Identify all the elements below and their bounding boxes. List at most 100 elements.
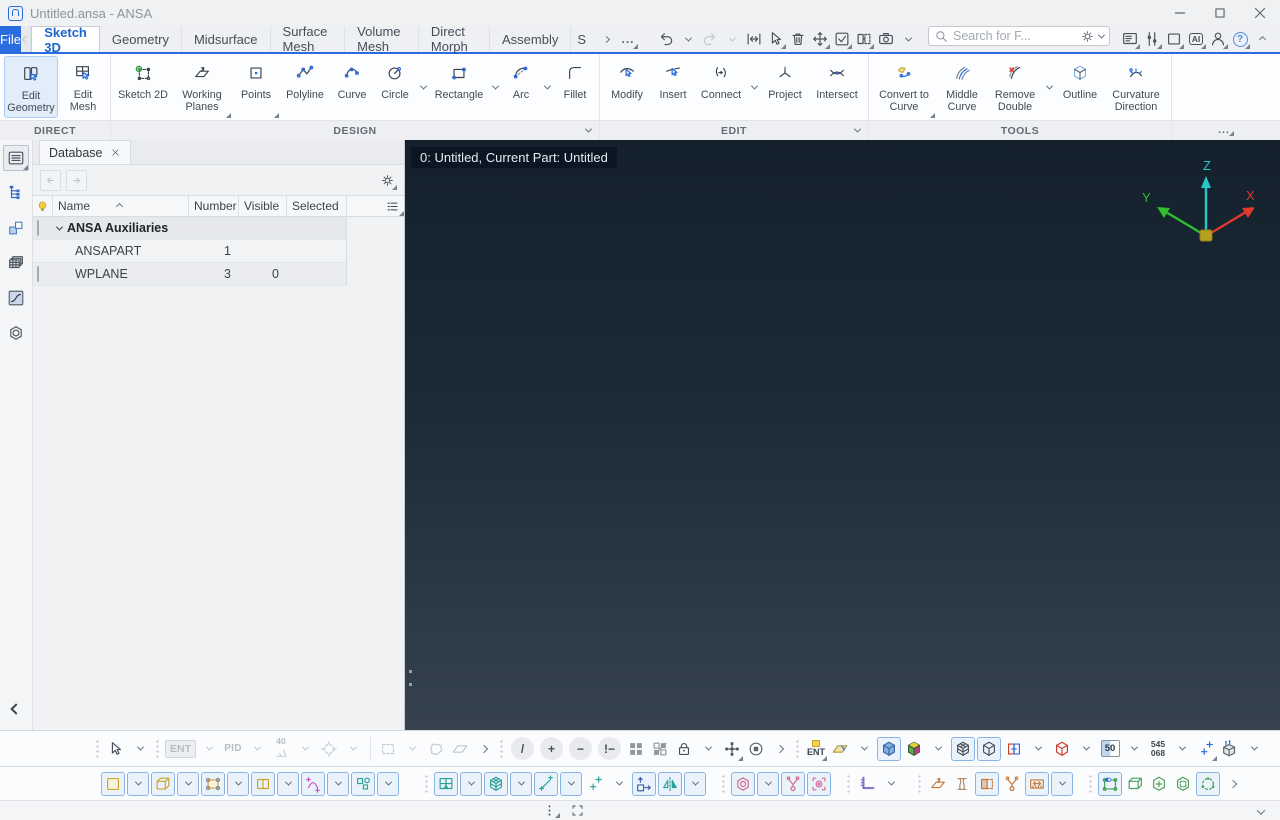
table-row-wplane[interactable]: WPLANE 3 0 xyxy=(33,263,347,286)
rectangle-dropdown[interactable] xyxy=(488,56,502,118)
connection-nut-dropdown[interactable] xyxy=(757,771,779,796)
history-forward-button[interactable] xyxy=(66,169,87,191)
slab-button[interactable] xyxy=(1124,772,1146,796)
tab-scroll-right-button[interactable] xyxy=(596,29,616,49)
topo-shapes-button[interactable] xyxy=(351,771,375,796)
visibility-invert-button[interactable]: !− xyxy=(598,737,621,760)
results-cube-dropdown[interactable] xyxy=(927,737,949,761)
fit-view-button[interactable] xyxy=(744,29,764,49)
node-add-button[interactable] xyxy=(584,772,606,796)
design-group-dropdown[interactable] xyxy=(584,125,593,133)
tab-surface-mesh[interactable]: Surface Mesh xyxy=(271,24,346,54)
fillet-button[interactable]: Fillet xyxy=(555,56,595,118)
wireframe-button[interactable] xyxy=(977,736,1001,761)
section-plus-button[interactable] xyxy=(1003,737,1025,761)
clip-cube-button[interactable] xyxy=(1051,737,1073,761)
proximity-select-dropdown[interactable] xyxy=(342,737,364,761)
render-options-dropdown[interactable] xyxy=(1243,737,1265,761)
visibility-add-button[interactable]: + xyxy=(540,737,563,760)
edit-group-dropdown[interactable] xyxy=(853,125,862,133)
surface-new-button[interactable] xyxy=(101,771,125,796)
curve-edit-button[interactable] xyxy=(301,771,325,796)
neighbour-entities-button[interactable] xyxy=(721,737,743,761)
toolbar-drag-handle[interactable] xyxy=(424,773,430,794)
close-button[interactable] xyxy=(1240,0,1280,26)
search-box[interactable] xyxy=(928,26,1111,46)
section-plus-dropdown[interactable] xyxy=(1027,737,1049,761)
status-menu-icon[interactable] xyxy=(542,803,560,818)
sidebar-collapse-button[interactable] xyxy=(3,696,29,722)
surface-corner-button[interactable] xyxy=(201,771,225,796)
screenshot-dropdown[interactable] xyxy=(898,29,918,49)
connect-dropdown[interactable] xyxy=(747,56,761,118)
column-header-selected[interactable]: Selected xyxy=(287,196,347,216)
checks-button[interactable] xyxy=(832,29,853,49)
polyline-button[interactable]: Polyline xyxy=(281,56,329,118)
point-size-button[interactable] xyxy=(1195,737,1217,761)
row-checkbox[interactable] xyxy=(37,220,39,236)
lasso-select-button[interactable] xyxy=(425,737,447,761)
tab-scroll-left-button[interactable] xyxy=(20,26,32,52)
shaded-mode-button[interactable] xyxy=(877,736,901,761)
surface-new-dropdown[interactable] xyxy=(127,771,149,796)
node-add-dropdown[interactable] xyxy=(608,772,630,796)
symmetry-dropdown[interactable] xyxy=(684,771,706,796)
fullscreen-icon[interactable] xyxy=(570,803,585,818)
arc-button[interactable]: Arc xyxy=(503,56,539,118)
tab-sketch-3d[interactable]: Sketch 3D xyxy=(31,25,100,55)
surface-split-button[interactable] xyxy=(251,771,275,796)
database-settings-gear-icon[interactable] xyxy=(377,170,397,190)
statusbar-expand-button[interactable] xyxy=(1256,804,1266,818)
search-settings-gear-icon[interactable] xyxy=(1080,29,1095,44)
undo-button[interactable] xyxy=(656,29,676,49)
table-row-ansa-auxiliaries[interactable]: ANSA Auxiliaries xyxy=(33,217,347,240)
pid-filter-dropdown[interactable] xyxy=(246,737,268,761)
pid-filter-button[interactable]: PID xyxy=(222,737,244,761)
tab-truncated[interactable]: S xyxy=(571,26,592,52)
column-settings-icon[interactable] xyxy=(382,196,404,216)
proximity-select-button[interactable] xyxy=(318,737,340,761)
lock-view-button[interactable] xyxy=(673,737,695,761)
ribbon-overflow-button[interactable]: ... xyxy=(1218,125,1234,136)
selection-pointer-dropdown[interactable] xyxy=(129,737,151,761)
results-cube-button[interactable] xyxy=(903,737,925,761)
entity-filter-button[interactable]: ENT xyxy=(165,737,196,761)
half-model-button[interactable] xyxy=(975,771,999,796)
wireframe-mesh-button[interactable] xyxy=(951,736,975,761)
feature-angle-dropdown[interactable] xyxy=(294,737,316,761)
symmetry-button[interactable] xyxy=(658,771,682,796)
toolbar-drag-handle[interactable] xyxy=(95,738,101,759)
plane-select-button[interactable] xyxy=(449,737,471,761)
entity-id-display-button[interactable]: 545 068 xyxy=(1147,737,1169,761)
feature-angle-button[interactable]: 40 xyxy=(270,737,292,761)
file-menu-button[interactable]: File xyxy=(0,26,21,52)
project-button[interactable]: Project xyxy=(762,56,808,118)
show-all-button[interactable] xyxy=(625,737,647,761)
sidebar-materials-button[interactable] xyxy=(3,320,29,346)
tab-assembly[interactable]: Assembly xyxy=(490,26,572,52)
tab-volume-mesh[interactable]: Volume Mesh xyxy=(345,24,419,54)
shell-plane-button[interactable] xyxy=(927,772,949,796)
visibility-slash-button[interactable]: / xyxy=(511,737,534,760)
sidebar-modules-button[interactable] xyxy=(3,215,29,241)
edit-geometry-button[interactable]: Edit Geometry xyxy=(4,56,58,118)
database-tab[interactable]: Database xyxy=(39,140,131,164)
visibility-more-button[interactable] xyxy=(769,737,791,761)
collapse-ribbon-button[interactable] xyxy=(1252,29,1272,49)
convert-to-curve-button[interactable]: Convert to Curve xyxy=(873,56,935,118)
mesh-volume-button[interactable] xyxy=(484,771,508,796)
box-select-button[interactable] xyxy=(377,737,399,761)
middle-curve-button[interactable]: Middle Curve xyxy=(937,56,987,118)
focus-target-button[interactable] xyxy=(745,737,767,761)
toolbar-drag-handle[interactable] xyxy=(795,738,801,759)
remove-double-dropdown[interactable] xyxy=(1042,56,1056,118)
search-dropdown[interactable] xyxy=(1097,31,1106,39)
transform-button[interactable] xyxy=(810,29,831,49)
clip-cube-dropdown[interactable] xyxy=(1075,737,1097,761)
row-checkbox[interactable] xyxy=(37,266,39,282)
entity-filter-dropdown[interactable] xyxy=(198,737,220,761)
remove-double-button[interactable]: Remove Double xyxy=(989,56,1041,118)
tab-direct-morph[interactable]: Direct Morph xyxy=(419,24,490,54)
arc-dropdown[interactable] xyxy=(540,56,554,118)
entity-id-dropdown[interactable] xyxy=(1171,737,1193,761)
